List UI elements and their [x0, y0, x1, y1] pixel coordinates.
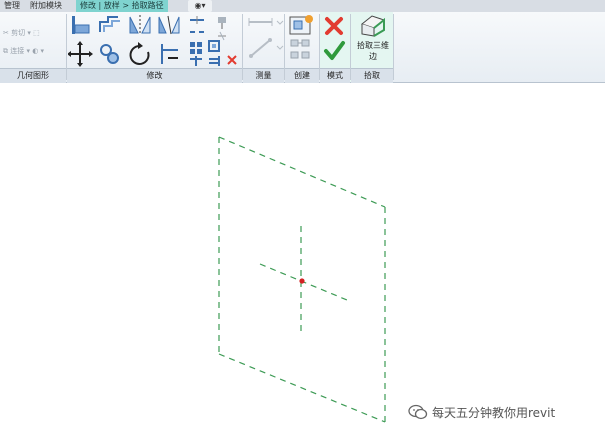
work-plane-bottom-edge[interactable]: [218, 353, 386, 423]
origin-point[interactable]: [299, 278, 305, 284]
sketch-view: [218, 136, 386, 423]
watermark-text: 每天五分钟教你用revit: [432, 405, 556, 420]
watermark: 每天五分钟教你用revit: [408, 402, 555, 422]
wechat-icon: [408, 404, 428, 420]
work-plane-top-edge[interactable]: [218, 136, 386, 208]
